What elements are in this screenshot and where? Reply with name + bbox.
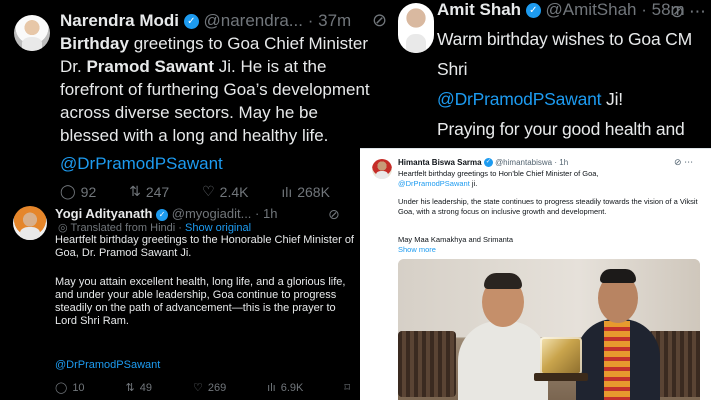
bookmark-button[interactable]: ⌑ — [344, 381, 350, 394]
photo-memento-base — [534, 373, 588, 381]
text-line: Heartfelt birthday greetings to Hon’ble … — [398, 169, 599, 178]
photo-person-left — [458, 321, 548, 400]
tweet-text: Heartfelt birthday greetings to Hon’ble … — [398, 169, 698, 189]
mention-link[interactable]: @DrPramodPSawant — [55, 359, 160, 371]
like-count: 269 — [207, 381, 227, 394]
grok-slash-icon[interactable]: ⊘ — [674, 157, 682, 167]
timestamp[interactable]: 1h — [263, 206, 277, 221]
tweet-text: Birthday greetings to Goa Chief Minister… — [60, 32, 378, 147]
globe-icon: ◎ — [58, 222, 68, 234]
avatar[interactable] — [372, 159, 392, 179]
photo-person-left-hair — [484, 273, 522, 289]
avatar[interactable] — [13, 206, 47, 240]
dot-separator: · — [641, 0, 647, 19]
views-icon: ılı — [267, 381, 276, 394]
repost-button[interactable]: ⇅ 247 — [129, 183, 169, 200]
show-more-link[interactable]: Show more — [398, 245, 436, 254]
reply-icon: ◯ — [60, 183, 76, 199]
views-count: 6.9K — [280, 381, 304, 394]
tweet-amit-shah: Amit Shah ✓ @AmitShah · 58m ⊘ ⋯ Warm bir… — [388, 0, 711, 169]
dot-separator: · — [255, 206, 260, 221]
avatar[interactable] — [398, 3, 434, 53]
heart-icon: ♡ — [192, 382, 203, 394]
verified-badge-icon: ✓ — [483, 158, 493, 168]
reply-button[interactable]: ◯ 92 — [60, 183, 96, 200]
translation-notice: ◎ Translated from Hindi · Show original — [58, 221, 251, 234]
verified-badge-icon: ✓ — [525, 3, 541, 19]
tweet-paragraph: Heartfelt birthday greetings to the Hono… — [55, 234, 354, 259]
avatar[interactable] — [14, 15, 50, 51]
tweet-paragraph: Under his leadership, the state continue… — [398, 197, 698, 216]
dot-separator: · — [178, 222, 182, 234]
timestamp[interactable]: 37m — [318, 11, 351, 30]
mention-link[interactable]: @DrPramodPSawant — [398, 179, 470, 188]
photo-chair — [398, 331, 456, 397]
views-button[interactable]: ılı 6.9K — [267, 381, 303, 394]
header-icons: ⊘ ⋯ — [670, 2, 706, 22]
repost-icon: ⇅ — [129, 183, 141, 199]
tweet-himanta-biswa-sarma: Himanta Biswa Sarma ✓ @himantabiswa · 1h… — [360, 148, 711, 400]
repost-count: 49 — [139, 381, 152, 394]
reply-count: 92 — [80, 183, 97, 200]
text-bold-name: Pramod Sawant — [86, 57, 214, 76]
tweet-header: Himanta Biswa Sarma ✓ @himantabiswa · 1h — [398, 158, 568, 168]
photo-memento — [540, 337, 582, 375]
mention-link[interactable]: @DrPramodPSawant — [60, 154, 223, 174]
photo-wall — [398, 259, 700, 337]
author-handle[interactable]: @myogiadit... — [172, 206, 252, 221]
views-icon: ılı — [281, 183, 293, 200]
tweet-paragraph: May you attain excellent health, long li… — [55, 276, 346, 327]
tweet-photo[interactable] — [398, 259, 700, 400]
photo-person-right-hair — [600, 269, 636, 283]
translated-label: Translated from Hindi — [70, 222, 176, 234]
text-bold-birthday: Birthday — [60, 34, 129, 53]
tweet-header: Yogi Adityanath ✓ @myogiadit... · 1h — [55, 206, 277, 221]
header-icons: ⊘ ⋯ — [674, 157, 693, 168]
verified-badge-icon: ✓ — [156, 208, 169, 221]
author-name[interactable]: Himanta Biswa Sarma — [398, 158, 482, 167]
views-button[interactable]: ılı 268K — [281, 183, 330, 200]
like-count: 2.4K — [219, 183, 249, 200]
tweet-yogi-adityanath: Yogi Adityanath ✓ @myogiadit... · 1h ⊘ ◎… — [0, 206, 360, 400]
text-part: ji. — [469, 179, 478, 188]
reply-count: 10 — [72, 381, 85, 394]
views-count: 268K — [297, 183, 330, 200]
more-icon[interactable]: ⋯ — [689, 2, 706, 21]
mention-link[interactable]: @DrPramodPSawant — [437, 89, 602, 109]
repost-icon: ⇅ — [125, 382, 135, 394]
tweet-actions: ◯ 10 ⇅ 49 ♡ 269 ılı 6.9K ⌑ — [55, 381, 350, 395]
author-handle[interactable]: @AmitShah — [546, 0, 637, 19]
author-handle[interactable]: @narendra... — [204, 11, 303, 30]
author-name[interactable]: Yogi Adityanath — [55, 206, 153, 221]
tweet-paragraph: May Maa Kamakhya and Srimanta — [398, 235, 514, 244]
dot-separator: · — [307, 11, 314, 30]
reply-button[interactable]: ◯ 10 — [55, 381, 85, 395]
like-button[interactable]: ♡ 2.4K — [202, 183, 248, 200]
more-icon[interactable]: ⋯ — [684, 157, 693, 167]
reply-icon: ◯ — [55, 382, 68, 394]
heart-icon: ♡ — [202, 183, 215, 199]
tweet-narendra-modi: Narendra Modi ✓ @narendra... · 37m ⊘ Bir… — [0, 0, 388, 206]
like-button[interactable]: ♡ 269 — [192, 381, 227, 395]
bookmark-icon: ⌑ — [344, 382, 350, 394]
tweet-header: Narendra Modi ✓ @narendra... · 37m — [60, 11, 351, 31]
repost-count: 247 — [145, 183, 170, 200]
author-name[interactable]: Amit Shah — [437, 0, 521, 19]
author-name[interactable]: Narendra Modi — [60, 11, 179, 30]
show-original-link[interactable]: Show original — [185, 222, 251, 234]
text-part: Ji! — [601, 89, 623, 109]
verified-badge-icon: ✓ — [183, 14, 199, 30]
repost-button[interactable]: ⇅ 49 — [125, 381, 152, 395]
tweet-actions: ◯92 ⇅247 ♡2.4K ılı268K ⌑ — [60, 183, 370, 200]
photo-scarf — [604, 321, 630, 400]
grok-slash-icon[interactable]: ⊘ — [328, 206, 340, 223]
timestamp[interactable]: 1h — [559, 158, 568, 167]
text-line: Warm birthday wishes to Goa CM Shri — [437, 29, 692, 79]
grok-slash-icon[interactable]: ⊘ — [670, 2, 684, 21]
tweet-header: Amit Shah ✓ @AmitShah · 58m — [437, 0, 685, 20]
grok-slash-icon[interactable]: ⊘ — [372, 10, 387, 31]
dot-separator: · — [554, 158, 558, 167]
author-handle[interactable]: @himantabiswa — [495, 158, 552, 167]
